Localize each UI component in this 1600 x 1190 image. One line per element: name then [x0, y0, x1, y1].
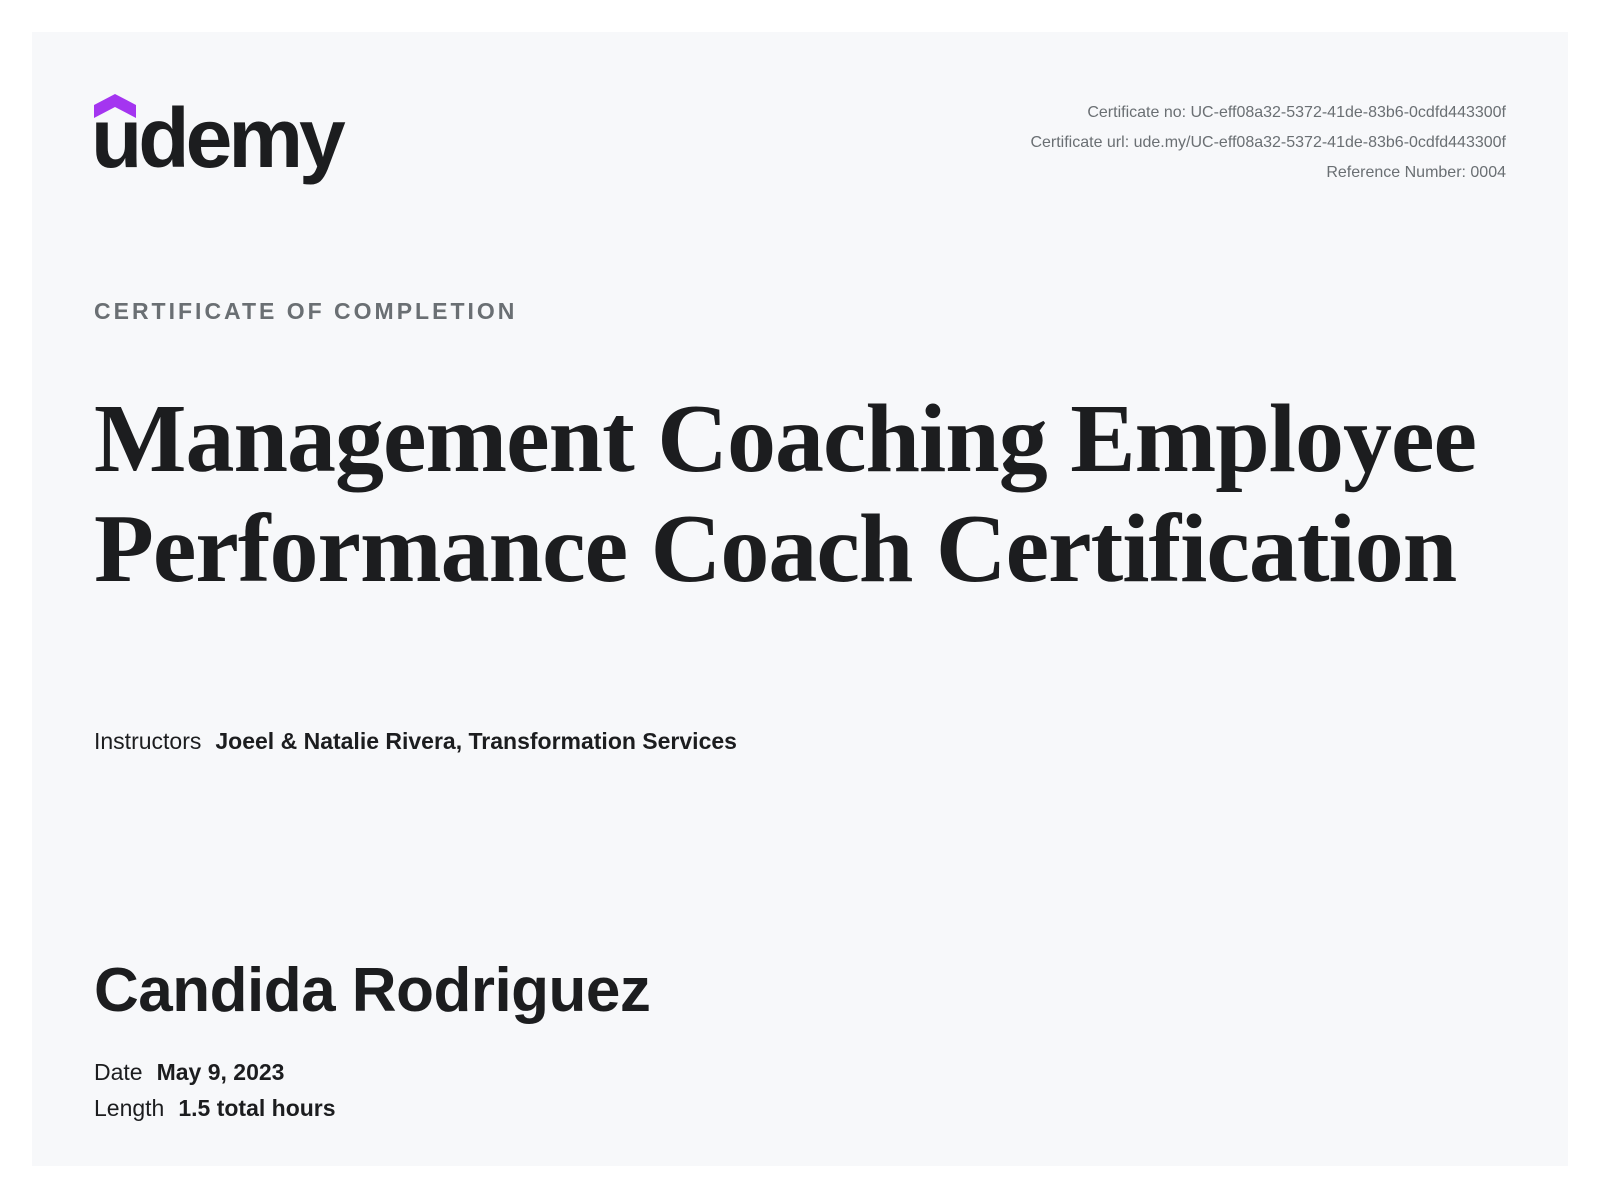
instructors-label: Instructors — [94, 728, 202, 754]
recipient-name: Candida Rodriguez — [94, 956, 651, 1025]
length-row: Length 1.5 total hours — [94, 1095, 336, 1122]
date-row: Date May 9, 2023 — [94, 1059, 284, 1086]
length-label: Length — [94, 1095, 165, 1121]
certificate-url[interactable]: Certificate url: ude.my/UC-eff08a32-5372… — [1030, 128, 1506, 158]
date-label: Date — [94, 1059, 143, 1085]
date-value: May 9, 2023 — [156, 1059, 285, 1085]
udemy-logo: udemy — [91, 91, 364, 204]
certificate-heading: CERTIFICATE OF COMPLETION — [94, 298, 518, 324]
length-value: 1.5 total hours — [178, 1095, 336, 1121]
logo-wordmark: udemy — [91, 91, 346, 185]
certificate-meta: Certificate no: UC-eff08a32-5372-41de-83… — [1030, 98, 1506, 188]
instructors-names: Joeel & Natalie Rivera, Transformation S… — [215, 728, 737, 754]
reference-number: Reference Number: 0004 — [1326, 164, 1506, 181]
instructors-line: Instructors Joeel & Natalie Rivera, Trans… — [94, 728, 737, 755]
course-title: Management Coaching Employee Performance… — [94, 385, 1477, 603]
certificate-number: Certificate no: UC-eff08a32-5372-41de-83… — [1087, 104, 1506, 121]
certificate-card: udemy Certificate no: UC-eff08a32-5372-4… — [32, 32, 1568, 1166]
